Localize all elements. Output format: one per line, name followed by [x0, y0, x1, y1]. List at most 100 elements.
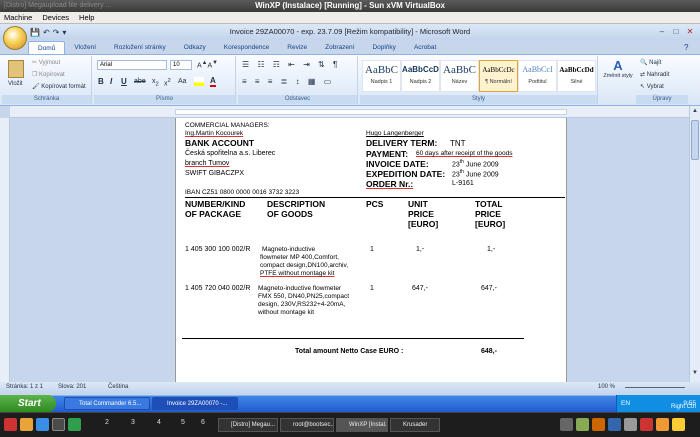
- redo-icon[interactable]: ↷: [53, 28, 60, 37]
- replace-button[interactable]: ⇄ Nahradit: [640, 71, 669, 78]
- app-icon-2[interactable]: [20, 418, 33, 431]
- host-window-krusader[interactable]: Krusader: [390, 418, 440, 432]
- host-window-terminal[interactable]: root@bootsec...: [280, 418, 334, 432]
- office-button-icon[interactable]: [3, 26, 27, 50]
- host-window-megaupload[interactable]: [Distro] Megau...: [218, 418, 278, 432]
- zoom-slider[interactable]: [625, 387, 685, 388]
- format-painter-button[interactable]: 🖌 Kopírovat formát: [32, 83, 86, 90]
- vbox-titlebar: [Distro] Megaupload file delivery ... Wi…: [0, 0, 700, 12]
- change-styles-button[interactable]: A Změnit styly: [603, 58, 633, 100]
- style-heading2[interactable]: AaBbCcD Nadpis 2: [401, 60, 440, 92]
- header-unit-l3: [EURO]: [408, 219, 439, 229]
- app-icon-5[interactable]: [68, 418, 81, 431]
- vertical-ruler[interactable]: [0, 118, 10, 382]
- font-name-select[interactable]: Arial: [97, 60, 167, 70]
- help-icon[interactable]: ?: [684, 43, 688, 52]
- close-icon[interactable]: ✕: [684, 27, 696, 37]
- tab-references[interactable]: Odkazy: [175, 41, 215, 54]
- align-icons[interactable]: ≡ ≡ ≡ ≣ ↕ ▦ ▭: [242, 77, 334, 86]
- tray-icon-7[interactable]: [656, 418, 669, 431]
- change-case-icon[interactable]: Aa: [178, 78, 187, 85]
- undo-icon[interactable]: ↶: [43, 28, 50, 37]
- superscript-icon[interactable]: x2: [164, 78, 171, 87]
- row1-total: 1,-: [487, 246, 496, 253]
- workspace-4[interactable]: 4: [148, 419, 170, 426]
- style-normal[interactable]: AaBbCcDc ¶ Normální: [479, 60, 518, 92]
- tray-icon-4[interactable]: [608, 418, 621, 431]
- app-icon-1[interactable]: [4, 418, 17, 431]
- font-size-select[interactable]: 10: [170, 60, 192, 70]
- status-words[interactable]: Slova: 201: [58, 382, 86, 393]
- find-button[interactable]: 🔍 Najít: [640, 59, 661, 66]
- grow-font-icon[interactable]: A▲A▼: [197, 60, 218, 69]
- start-button[interactable]: Start: [0, 395, 56, 412]
- underline-icon[interactable]: U: [121, 77, 127, 86]
- delivery-term-value: TNT: [450, 139, 466, 148]
- vbox-menu-machine[interactable]: Machine: [4, 12, 32, 23]
- tray-icon-3[interactable]: [592, 418, 605, 431]
- workspace-6[interactable]: 6: [192, 419, 214, 426]
- style-heading2-preview: AaBbCcD: [402, 65, 439, 74]
- tab-addins[interactable]: Doplňky: [363, 41, 404, 54]
- vbox-menu-devices[interactable]: Devices: [42, 12, 69, 23]
- minimize-icon[interactable]: –: [656, 27, 668, 37]
- styles-group-label: Styly: [360, 95, 597, 104]
- status-language[interactable]: Čeština: [108, 382, 128, 393]
- vertical-scrollbar[interactable]: ▲ ▼: [689, 106, 700, 382]
- copy-button[interactable]: ❐ Kopírovat: [32, 71, 65, 78]
- host-window-virtualbox[interactable]: WinXP [Instal...: [336, 418, 388, 432]
- document-page[interactable]: COMMERCIAL MANAGERS: Ing.Martin Kocourek…: [175, 118, 567, 382]
- workspace-5[interactable]: 5: [172, 419, 194, 426]
- subscript-icon[interactable]: x2: [152, 78, 159, 87]
- status-bar: Stránka: 1 z 1 Slova: 201 Čeština 100 %: [0, 382, 700, 393]
- bold-icon[interactable]: B: [98, 77, 104, 86]
- workspace-3[interactable]: 3: [122, 419, 144, 426]
- cut-button[interactable]: ✂ Vyjmout: [32, 59, 60, 66]
- paste-button[interactable]: Vložit: [8, 81, 23, 87]
- italic-icon[interactable]: I: [110, 77, 112, 86]
- tab-view[interactable]: Zobrazení: [316, 41, 363, 54]
- change-styles-icon: A: [613, 58, 623, 73]
- tray-icon-6[interactable]: [640, 418, 653, 431]
- tab-insert[interactable]: Vložení: [65, 41, 105, 54]
- taskbar-total-commander[interactable]: Total Commander 6.5...: [64, 397, 150, 410]
- tray-icon-5[interactable]: [624, 418, 637, 431]
- maximize-icon[interactable]: □: [670, 27, 682, 37]
- tray-icon-8[interactable]: [672, 418, 685, 431]
- highlight-icon[interactable]: [194, 77, 204, 86]
- row2-total: 647,-: [481, 285, 497, 292]
- strikethrough-icon[interactable]: abe: [134, 78, 146, 85]
- style-title[interactable]: AaBbC Název: [440, 60, 479, 92]
- app-icon-3[interactable]: [36, 418, 49, 431]
- style-strong-preview: AaBbCcDd: [559, 66, 594, 74]
- scroll-up-icon[interactable]: ▲: [691, 108, 699, 116]
- list-icons[interactable]: ☰ ☷ ☶ ⇤ ⇥ ⇅ ¶: [242, 60, 340, 69]
- terminal-icon[interactable]: [52, 418, 65, 431]
- tray-icon-1[interactable]: [560, 418, 573, 431]
- taskbar-invoice[interactable]: Invoice 29ZA00070 -...: [152, 397, 238, 410]
- scroll-down-icon[interactable]: ▼: [691, 370, 699, 378]
- tab-page-layout[interactable]: Rozložení stránky: [105, 41, 175, 54]
- paste-icon[interactable]: [8, 60, 24, 78]
- workspace-2[interactable]: 2: [96, 419, 118, 426]
- header-number-l1: NUMBER/KIND: [185, 199, 246, 209]
- style-title-preview: AaBbC: [443, 64, 476, 76]
- save-icon[interactable]: 💾: [30, 28, 40, 37]
- horizontal-ruler[interactable]: [10, 106, 690, 118]
- font-color-icon[interactable]: A: [210, 76, 216, 87]
- status-page[interactable]: Stránka: 1 z 1: [6, 382, 43, 393]
- tray-icon-2[interactable]: [576, 418, 589, 431]
- tab-review[interactable]: Revize: [278, 41, 316, 54]
- tab-acrobat[interactable]: Acrobat: [405, 41, 445, 54]
- vbox-menu-help[interactable]: Help: [79, 12, 94, 23]
- style-subtitle[interactable]: AaBbCcI Podtitul: [518, 60, 557, 92]
- zoom-level[interactable]: 100 %: [598, 382, 615, 393]
- style-heading1[interactable]: AaBbC Nadpis 1: [362, 60, 401, 92]
- tab-mailings[interactable]: Korespondence: [215, 41, 279, 54]
- customize-qat-icon[interactable]: ▾: [62, 28, 66, 37]
- select-button[interactable]: ↖ Vybrat: [640, 83, 664, 90]
- font-group: Arial 10 A▲A▼ B I U abe x2 x2 Aa A Písmo: [94, 56, 236, 104]
- tab-home[interactable]: Domů: [28, 41, 66, 54]
- style-strong[interactable]: AaBbCcDd Silné: [557, 60, 596, 92]
- scroll-thumb[interactable]: [691, 120, 699, 160]
